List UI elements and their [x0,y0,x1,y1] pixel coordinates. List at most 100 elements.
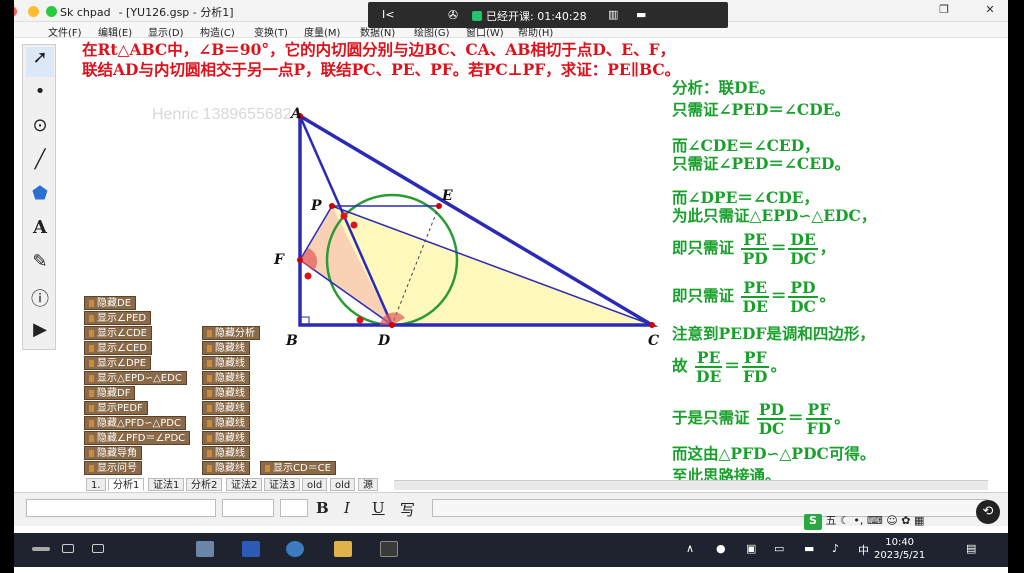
action-hide-angle-chase[interactable]: 隐藏导角 [84,446,142,460]
point-p[interactable] [329,203,335,209]
task-terminal-icon[interactable] [380,541,398,557]
tray-network-icon[interactable]: ▭ [774,542,784,555]
menu-transform[interactable]: 变换(T) [254,24,288,39]
tab-1[interactable]: 1. [86,478,106,491]
minimize-dot-icon[interactable] [28,6,39,17]
action-hide-line-8[interactable]: 隐藏线 [202,446,250,460]
label-d: D [377,333,391,349]
action-hide-line-2[interactable]: 隐藏线 [202,356,250,370]
action-hide-analysis[interactable]: 隐藏分析 [202,326,260,340]
action-show-dpe[interactable]: 显示∠DPE [84,356,152,370]
tab-proof-2[interactable]: 证法2 [226,478,263,491]
task-word-icon[interactable] [242,541,260,557]
task-folder-icon[interactable] [334,541,352,557]
ime-mode[interactable]: 五 [826,514,837,527]
notification-icon[interactable]: ▤ [966,542,976,555]
compass-tool-icon[interactable]: ⊙ [26,115,54,145]
horizontal-scrollbar[interactable] [394,480,988,490]
grid-icon[interactable]: ▦ [914,514,924,527]
marker-tool-icon[interactable]: ✎ [26,251,54,281]
task-app-1-icon[interactable] [32,547,50,551]
custom-tool-icon[interactable]: ▶ [26,319,54,349]
action-show-cd-ce[interactable]: 显示CD＝CE [260,461,336,475]
chat-icon[interactable]: ▬ [636,8,646,21]
action-hide-line-3[interactable]: 隐藏线 [202,371,250,385]
skin-icon[interactable]: ✿ [901,514,910,527]
action-show-ced[interactable]: 显示∠CED [84,341,152,355]
italic-button[interactable]: I [344,499,350,517]
meeting-back-button[interactable]: I< [382,8,394,21]
line-tool-icon[interactable]: ╱ [26,149,54,179]
action-hide-line-7[interactable]: 隐藏线 [202,431,250,445]
tray-language[interactable]: 中 [858,542,869,558]
info-tool-icon[interactable]: ⓘ [26,285,54,315]
tray-chevron-icon[interactable]: ∧ [686,542,694,555]
action-hide-line-9[interactable]: 隐藏线 [202,461,250,475]
close-dot-icon[interactable] [14,6,17,17]
text-tool-icon[interactable]: A [26,217,54,247]
task-sketchpad-icon[interactable] [196,541,214,557]
action-show-question[interactable]: 显示问号 [84,461,142,475]
tab-source[interactable]: 源 [358,478,378,491]
polygon-tool-icon[interactable]: ⬟ [26,183,54,213]
sogou-icon[interactable]: S [804,514,822,530]
menu-file[interactable]: 文件(F) [48,24,82,39]
tray-battery-icon[interactable]: ▬ [804,542,814,555]
record-toggle-icon[interactable]: ⟲ [976,500,1000,524]
close-icon[interactable]: ✕ [982,3,998,19]
font-size-select[interactable] [222,499,274,517]
action-hide-line-1[interactable]: 隐藏线 [202,341,250,355]
label-b: B [285,333,298,349]
action-show-pedf[interactable]: 显示PEDF [84,401,148,415]
num: PE [741,230,769,250]
menu-measure[interactable]: 度量(M) [304,24,340,39]
angle-dot-3 [304,272,312,280]
action-show-cde[interactable]: 显示∠CDE [84,326,152,340]
action-show-similar-epd-edc[interactable]: 显示△EPD∽△EDC [84,371,187,385]
punct-icon[interactable]: •, [853,514,863,527]
keyboard-icon[interactable]: ⌨ [867,514,883,527]
user-icon[interactable]: ☺ [886,514,897,527]
menu-display[interactable]: 显示(D) [148,24,184,39]
arrow-tool-icon[interactable]: ➚ [26,47,54,77]
mic-icon[interactable]: ✇ [448,8,458,22]
bold-button[interactable]: B [316,499,329,517]
tab-proof-3[interactable]: 证法3 [264,478,301,491]
action-hide-line-4[interactable]: 隐藏线 [202,386,250,400]
tray-screen-icon[interactable]: ▣ [746,542,756,555]
task-app-2-icon[interactable] [62,544,74,553]
sketch-canvas[interactable]: 在Rt△ABC中，∠B＝90°，它的内切圆分别与边BC、CA、AB相切于点D、E… [62,38,992,485]
action-hide-angle-pfd-pdc[interactable]: 隐藏∠PFD＝∠PDC [84,431,191,445]
tray-mic-icon[interactable]: ● [716,542,726,555]
point-c[interactable] [649,322,655,328]
menu-construct[interactable]: 构造(C) [200,24,235,39]
signal-icon[interactable]: ▥ [608,8,618,21]
tab-old-1[interactable]: old [302,478,328,491]
font-select[interactable] [26,499,216,517]
task-browser-icon[interactable] [286,541,304,557]
tab-analysis-2[interactable]: 分析2 [186,478,223,491]
tab-old-2[interactable]: old [330,478,356,491]
action-show-ped[interactable]: 显示∠PED [84,311,152,325]
action-hide-line-5[interactable]: 隐藏线 [202,401,250,415]
moon-icon[interactable]: ☾ [840,514,850,527]
point-tool-icon[interactable]: • [26,81,54,111]
action-hide-similar-pfd-pdc[interactable]: 隐藏△PFD∽△PDC [84,416,186,430]
tray-volume-icon[interactable]: ♪ [832,542,839,555]
task-app-3-icon[interactable] [92,544,104,553]
tab-proof-1[interactable]: 证法1 [148,478,185,491]
restore-icon[interactable]: ❐ [936,3,952,19]
underline-button[interactable]: U [372,499,385,517]
action-hide-de[interactable]: 隐藏DE [84,296,137,310]
action-hide-df[interactable]: 隐藏DF [84,386,136,400]
symbol-button[interactable]: 写 [400,499,415,520]
action-hide-line-6[interactable]: 隐藏线 [202,416,250,430]
color-picker[interactable] [280,499,308,517]
fraction-pf-fd: PF FD [741,349,769,385]
point-f[interactable] [297,257,303,263]
tab-analysis-1[interactable]: 分析1 [108,478,145,491]
tray-clock[interactable]: 10:40 2023/5/21 [874,536,925,562]
point-d[interactable] [389,322,395,328]
menu-edit[interactable]: 编辑(E) [98,24,132,39]
zoom-dot-icon[interactable] [46,6,57,17]
